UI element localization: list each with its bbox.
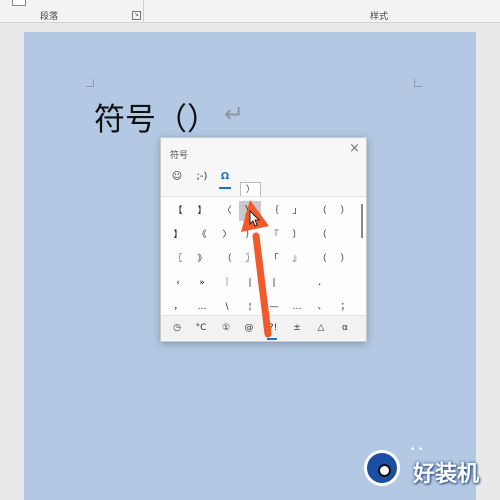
symbol-cell[interactable]: ｛ [263,201,285,221]
symbol-cell[interactable]: 〈 [216,201,238,221]
symbol-cell[interactable] [334,225,356,245]
symbol-cell[interactable]: （ [311,249,333,269]
symbol-cell[interactable]: 、 [311,297,333,317]
symbol-cell[interactable]: 〉 [216,225,238,245]
margin-corner-marker [414,79,422,87]
panel-title: 符号 [170,151,189,161]
symbol-cell[interactable]: 】 [191,201,213,221]
category-button[interactable]: °C [192,320,210,336]
symbol-cell[interactable]: | [263,273,285,293]
watermark-text: 好装机 [413,462,480,487]
active-tab-indicator [219,187,231,189]
watermark-eye-icon [378,464,391,477]
symbol-cell[interactable]: 】 [167,225,189,245]
grid-scrollbar[interactable] [361,204,363,238]
symbol-panel: 符号 × ☺ ;-) Ω ） 【】〈）｛」（）】《〉）『〕（〖》（〗「』（） ‹»… [160,137,367,342]
category-button[interactable]: ± [288,320,306,336]
paragraph-mark-icon: ↵ [224,100,245,128]
symbol-cell[interactable]: 〗 [239,249,261,269]
active-category-indicator [267,338,277,340]
symbol-cell[interactable]: ） [239,225,261,245]
symbol-cell[interactable] [334,273,356,293]
symbol-cell[interactable]: 》 [191,249,213,269]
margin-corner-marker [86,79,94,87]
symbol-cell[interactable]: 「 [263,249,285,269]
symbol-cell[interactable]: ． [311,273,333,293]
category-button[interactable]: ?! [264,320,282,336]
ribbon: 段落 ↘ 样式 [0,0,500,23]
symbol-cell[interactable]: — [263,297,285,317]
category-button[interactable]: ① [217,320,235,336]
symbol-cell[interactable]: 〖 [167,249,189,269]
symbol-cell[interactable]: ， [167,297,189,317]
category-button[interactable]: △ [312,320,330,336]
symbol-cell[interactable]: 」 [286,201,308,221]
symbol-cell[interactable]: （ [216,249,238,269]
symbol-cell[interactable]: ） [334,201,356,221]
symbol-cell[interactable]: | [239,273,261,293]
symbol-cell[interactable]: （ [311,201,333,221]
paragraph-group-label: 段落 [40,12,59,22]
kaomoji-tab[interactable]: ;-) [193,171,211,187]
symbol-cell[interactable]: » [191,273,213,293]
watermark-logo [364,450,400,486]
symbol-cell[interactable]: … [191,297,213,317]
symbol-grid: 【】〈）｛」（）】《〉）『〕（〖》（〗「』（） ‹» ｜ | | ．，… \ ¦ —…、； [161,196,366,315]
emoji-tab-icon[interactable]: ☺ [170,171,184,187]
symbol-cell[interactable]: 【 [167,201,189,221]
symbol-cell[interactable]: \ [216,297,238,317]
category-bar: ◷ °C ① @?! ± △ α [161,315,366,340]
symbols-tab-icon[interactable]: Ω [218,171,232,187]
close-icon[interactable]: × [349,141,360,156]
paragraph-dialog-launcher-icon[interactable]: ↘ [132,11,141,20]
symbol-cell[interactable]: ¦ [239,297,261,317]
symbol-cell[interactable]: ｜ [216,273,238,293]
symbol-cell[interactable]: ） [334,249,356,269]
category-button[interactable]: ◷ [168,320,186,336]
symbol-cell[interactable]: ） [239,201,261,221]
ribbon-separator [143,0,144,22]
category-button[interactable]: @ [240,320,258,336]
symbol-cell[interactable]: （ [311,225,333,245]
symbol-cell[interactable]: 〕 [286,225,308,245]
styles-group-label: 样式 [370,12,389,22]
symbol-cell[interactable]: 『 [263,225,285,245]
symbol-cell[interactable]: 』 [286,249,308,269]
ribbon-checkbox[interactable] [12,0,26,6]
symbol-cell[interactable]: 《 [191,225,213,245]
panel-tabs: ☺ ;-) Ω [161,166,366,192]
document-text[interactable]: 符号（） [94,94,218,139]
symbol-cell[interactable] [286,273,308,293]
symbol-cell[interactable]: ； [334,297,356,317]
symbol-cell[interactable]: … [286,297,308,317]
symbol-cell[interactable]: ‹ [167,273,189,293]
watermark-dots: • • [410,445,424,455]
category-button[interactable]: α [336,320,354,336]
